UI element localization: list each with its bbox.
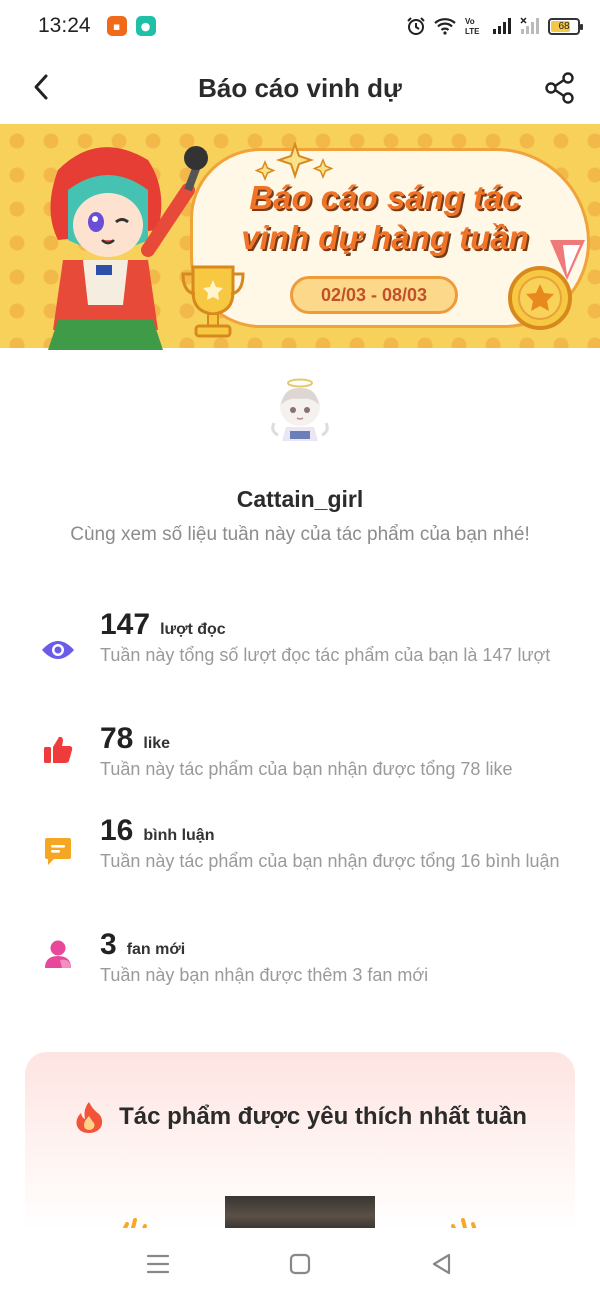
banner-title-line2: vinh dự hàng tuần [241, 219, 529, 256]
banner-title-line1: Báo cáo sáng tác [249, 179, 521, 216]
stat-description: Tuần này bạn nhận được thêm 3 fan mới [100, 965, 429, 985]
status-bar: 13:24 ▪ ● Vo LTE 68 [0, 0, 600, 52]
share-icon [545, 72, 574, 104]
banner-title: Báo cáo sáng tác vinh dự hàng tuần [220, 178, 550, 258]
stat-unit: fan mới [126, 941, 186, 958]
avatar[interactable] [268, 375, 332, 445]
back-nav-button[interactable] [427, 1249, 457, 1279]
stat-value: 16 [100, 814, 134, 847]
stat-unit: bình luận [143, 827, 215, 844]
eye-icon [40, 632, 76, 668]
profile-subtitle: Cùng xem số liệu tuần này của tác phẩm c… [70, 524, 530, 545]
status-icons: Vo LTE 68 [406, 16, 583, 36]
stat-likes-body: 78 like Tuần này tác phẩm của bạn nhận đ… [100, 722, 560, 781]
banner-date-range: 02/03 - 08/03 [290, 276, 458, 314]
page-title: Báo cáo vinh dự [198, 72, 402, 103]
favorite-work-card: Tác phẩm được yêu thích nhất tuần [25, 1052, 575, 1232]
wifi-icon [434, 17, 456, 35]
stat-comments-body: 16 bình luận Tuần này tác phẩm của bạn n… [100, 814, 560, 873]
back-button[interactable] [26, 72, 56, 102]
stat-value: 78 [100, 722, 134, 755]
stat-value: 147 [100, 608, 151, 641]
trophy-icon [181, 265, 245, 338]
svg-text:LTE: LTE [465, 27, 480, 36]
app-notification-teal-icon: ● [135, 16, 156, 36]
battery-level: 68 [558, 20, 570, 32]
stat-unit: lượt đọc [160, 621, 226, 638]
home-button[interactable] [285, 1249, 315, 1279]
signal-weak-icon [520, 17, 540, 35]
svg-text:Vo: Vo [465, 17, 475, 26]
volte-icon: Vo LTE [464, 16, 484, 36]
status-app-badges: ▪ ● [106, 16, 156, 36]
fire-icon [76, 1102, 103, 1133]
status-time: 13:24 [38, 14, 91, 37]
app-notification-orange-icon: ▪ [106, 16, 127, 36]
share-button[interactable] [542, 70, 578, 106]
stat-fans-body: 3 fan mới Tuần này bạn nhận được thêm 3 … [100, 928, 560, 987]
back-triangle-icon [432, 1253, 451, 1275]
recent-apps-button[interactable] [143, 1249, 173, 1279]
stat-description: Tuần này tổng số lượt đọc tác phẩm của b… [100, 645, 551, 665]
stat-reads-body: 147 lượt đọc Tuần này tổng số lượt đọc t… [100, 608, 560, 667]
home-square-icon [289, 1253, 311, 1275]
system-nav-bar [0, 1228, 600, 1300]
user-icon [40, 936, 76, 972]
battery-icon: 68 [548, 17, 583, 35]
comment-icon [40, 834, 76, 870]
favorite-title: Tác phẩm được yêu thích nhất tuần [119, 1103, 527, 1130]
stat-description: Tuần này tác phẩm của bạn nhận được tổng… [100, 851, 560, 871]
menu-icon [146, 1254, 170, 1274]
username: Cattain_girl [236, 486, 364, 512]
sparkle-icon [255, 142, 334, 181]
stat-unit: like [143, 735, 171, 752]
thumbs-up-icon [40, 732, 76, 768]
stat-value: 3 [100, 928, 117, 961]
favorite-header: Tác phẩm được yêu thích nhất tuần [25, 1100, 575, 1134]
alarm-icon [406, 16, 426, 36]
signal-icon [492, 17, 512, 35]
chevron-left-icon [34, 74, 48, 100]
stat-description: Tuần này tác phẩm của bạn nhận được tổng… [100, 759, 513, 779]
favorite-work-cover[interactable] [225, 1196, 375, 1232]
app-header: Báo cáo vinh dự [0, 56, 600, 120]
